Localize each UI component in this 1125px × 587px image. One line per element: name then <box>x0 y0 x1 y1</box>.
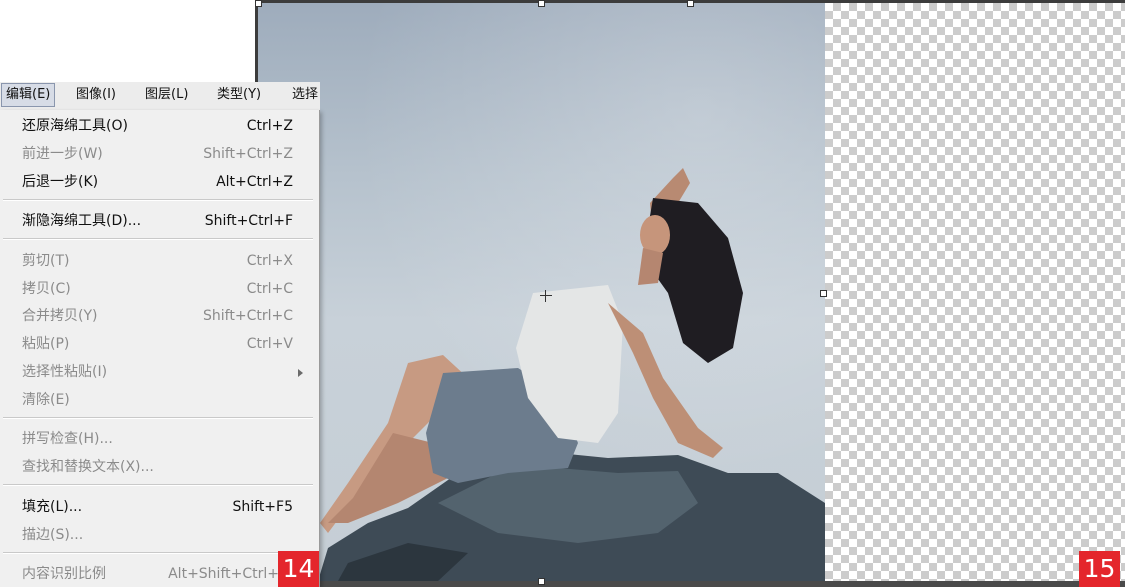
transform-handle-top-left[interactable] <box>255 0 262 7</box>
menu-item-find-replace[interactable]: 查找和替换文本(X)... <box>0 454 319 480</box>
menu-item-label: 粘贴(P) <box>22 336 70 352</box>
menu-separator <box>3 199 313 201</box>
figure-badge-right: 15 <box>1079 551 1120 587</box>
menu-item-shortcut: Shift+Ctrl+Z <box>203 146 293 162</box>
menu-layer[interactable]: 图层(L) <box>141 84 192 106</box>
menu-item-content-aware-scale[interactable]: 内容识别比例 Alt+Shift+Ctrl+ <box>0 561 319 587</box>
menu-item-shortcut: Ctrl+X <box>246 253 293 269</box>
menubar: 编辑(E) 图像(I) 图层(L) 类型(Y) 选择 <box>0 82 320 111</box>
menu-separator <box>3 417 313 419</box>
menu-item-shortcut: Ctrl+Z <box>246 118 293 134</box>
menu-select[interactable]: 选择 <box>288 84 320 106</box>
menu-item-shortcut: Alt+Shift+Ctrl+ <box>168 566 279 582</box>
menu-item-shortcut: Shift+Ctrl+F <box>204 213 293 229</box>
menu-item-fill[interactable]: 填充(L)... Shift+F5 <box>0 494 319 520</box>
menu-separator <box>3 238 313 240</box>
menu-item-label: 还原海绵工具(O) <box>22 118 128 134</box>
menu-item-copy[interactable]: 拷贝(C) Ctrl+C <box>0 276 319 302</box>
menu-item-paste[interactable]: 粘贴(P) Ctrl+V <box>0 331 319 357</box>
menu-item-label: 剪切(T) <box>22 253 70 269</box>
menu-item-stroke[interactable]: 描边(S)... <box>0 522 319 548</box>
menu-item-shortcut: Ctrl+V <box>246 336 293 352</box>
menu-item-label: 内容识别比例 <box>22 566 106 582</box>
menu-item-label: 合并拷贝(Y) <box>22 308 98 324</box>
figure-badge-left: 14 <box>278 551 319 587</box>
menu-item-copy-merged[interactable]: 合并拷贝(Y) Shift+Ctrl+C <box>0 303 319 329</box>
menu-item-label: 查找和替换文本(X)... <box>22 459 154 475</box>
menu-item-shortcut: Shift+F5 <box>232 499 293 515</box>
image-canvas[interactable] <box>258 3 825 581</box>
menu-item-label: 清除(E) <box>22 392 70 408</box>
menu-item-label: 后退一步(K) <box>22 174 99 190</box>
menu-type[interactable]: 类型(Y) <box>213 84 265 106</box>
menu-item-step-forward[interactable]: 前进一步(W) Shift+Ctrl+Z <box>0 141 319 167</box>
menu-edit[interactable]: 编辑(E) <box>1 83 56 107</box>
chevron-right-icon <box>298 369 303 377</box>
menu-item-shortcut: Alt+Ctrl+Z <box>216 174 293 190</box>
menu-item-fade-sponge[interactable]: 渐隐海绵工具(D)... Shift+Ctrl+F <box>0 208 319 234</box>
menu-item-paste-special[interactable]: 选择性粘贴(I) <box>0 359 319 385</box>
menu-separator <box>3 552 313 554</box>
menu-item-shortcut: Ctrl+C <box>246 281 293 297</box>
menu-item-label: 拼写检查(H)... <box>22 431 113 447</box>
document-window <box>255 0 1125 587</box>
edit-dropdown-menu: 还原海绵工具(O) Ctrl+Z 前进一步(W) Shift+Ctrl+Z 后退… <box>0 110 320 587</box>
menu-item-label: 描边(S)... <box>22 527 84 543</box>
menu-separator <box>3 484 313 486</box>
menu-item-label: 渐隐海绵工具(D)... <box>22 213 142 229</box>
menu-item-label: 填充(L)... <box>22 499 83 515</box>
menu-item-undo-sponge[interactable]: 还原海绵工具(O) Ctrl+Z <box>0 113 319 139</box>
menu-item-label: 选择性粘贴(I) <box>22 364 108 380</box>
crosshair-icon <box>540 290 552 302</box>
menu-item-spell-check[interactable]: 拼写检查(H)... <box>0 426 319 452</box>
transparent-canvas-area[interactable] <box>825 3 1125 581</box>
menu-item-clear[interactable]: 清除(E) <box>0 387 319 413</box>
transform-handle-bottom-middle[interactable] <box>538 578 545 585</box>
menu-item-cut[interactable]: 剪切(T) Ctrl+X <box>0 248 319 274</box>
transform-handle-top-middle[interactable] <box>538 0 545 7</box>
menu-item-label: 拷贝(C) <box>22 281 71 297</box>
canvas-bottom-edge <box>258 581 1125 587</box>
menu-item-step-backward[interactable]: 后退一步(K) Alt+Ctrl+Z <box>0 169 319 195</box>
transform-handle-top-middle-right[interactable] <box>687 0 694 7</box>
menu-item-label: 前进一步(W) <box>22 146 103 162</box>
menu-item-shortcut: Shift+Ctrl+C <box>203 308 293 324</box>
transform-handle-middle-right[interactable] <box>820 290 827 297</box>
menu-image[interactable]: 图像(I) <box>72 84 120 106</box>
